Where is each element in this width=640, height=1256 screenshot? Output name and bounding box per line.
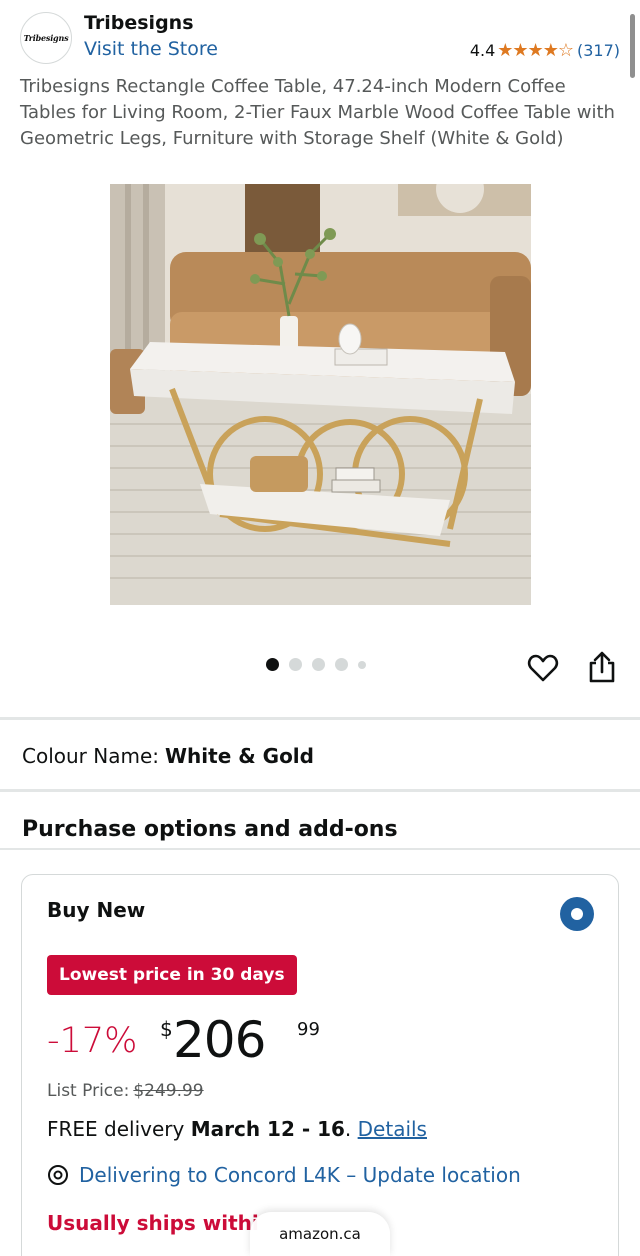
brand-logo[interactable]: Tribesigns [20, 12, 72, 64]
star-rating-icon: ★★★★☆ [497, 40, 574, 61]
brand-name: Tribesigns [84, 12, 194, 34]
colour-selection[interactable]: Colour Name: White & Gold [22, 744, 314, 768]
delivery-suffix: . [344, 1117, 352, 1141]
purchase-options-title: Purchase options and add-ons [22, 817, 398, 842]
delivery-details-link[interactable]: Details [358, 1117, 427, 1141]
list-price-label: List Price: [47, 1081, 130, 1101]
section-divider [0, 717, 640, 720]
carousel-dot-3[interactable] [312, 658, 325, 671]
section-divider [0, 848, 640, 850]
carousel-dot-4[interactable] [335, 658, 348, 671]
list-price: List Price: $249.99 [47, 1081, 204, 1101]
visit-store-link[interactable]: Visit the Store [84, 38, 218, 60]
buy-new-title: Buy New [47, 898, 146, 922]
coffee-table-photo [110, 184, 531, 605]
delivery-dates: March 12 - 16 [190, 1117, 345, 1141]
shipping-availability: Usually ships withi [47, 1211, 259, 1235]
scrollbar[interactable] [630, 14, 635, 78]
list-price-value: $249.99 [133, 1081, 204, 1101]
carousel-dot-1[interactable] [266, 658, 279, 671]
share-icon [589, 651, 615, 683]
carousel-dot-5[interactable] [358, 660, 366, 669]
image-carousel-dots [266, 658, 366, 671]
radio-selected-dot [571, 908, 583, 920]
buy-new-box[interactable]: Buy New Lowest price in 30 days -17% $ 2… [21, 874, 619, 1256]
deal-badge: Lowest price in 30 days [47, 955, 297, 995]
location-text: Delivering to Concord L4K – Update locat… [79, 1163, 521, 1187]
browser-url-pill[interactable]: amazon.ca [250, 1212, 390, 1256]
brand-logo-text: Tribesigns [23, 33, 69, 43]
discount-percent: -17% [47, 1021, 138, 1061]
heart-icon [527, 654, 559, 682]
delivery-info: FREE delivery March 12 - 16. Details [47, 1117, 427, 1141]
delivery-prefix: FREE delivery [47, 1117, 185, 1141]
section-divider [0, 789, 640, 792]
price-fraction: 99 [297, 1019, 320, 1040]
rating-summary[interactable]: 4.4 ★★★★☆ (317) [470, 40, 620, 61]
colour-label: Colour Name: [22, 744, 159, 768]
rating-value: 4.4 [469, 41, 496, 60]
price-whole: 206 [173, 1011, 266, 1069]
rating-count-link[interactable]: (317) [577, 41, 620, 60]
share-button[interactable] [586, 650, 618, 684]
product-image[interactable] [110, 184, 531, 605]
carousel-dot-2[interactable] [289, 658, 302, 671]
location-pin-icon [48, 1165, 68, 1185]
update-location-link[interactable]: Delivering to Concord L4K – Update locat… [47, 1163, 521, 1187]
wishlist-button[interactable] [527, 652, 559, 684]
buy-new-radio[interactable] [560, 897, 594, 931]
url-domain: amazon.ca [279, 1225, 361, 1243]
colour-value: White & Gold [165, 744, 314, 768]
price-currency: $ [160, 1017, 173, 1041]
product-title: Tribesigns Rectangle Coffee Table, 47.24… [20, 76, 615, 149]
brand-header: Tribesigns Tribesigns Visit the Store 4.… [20, 10, 620, 64]
